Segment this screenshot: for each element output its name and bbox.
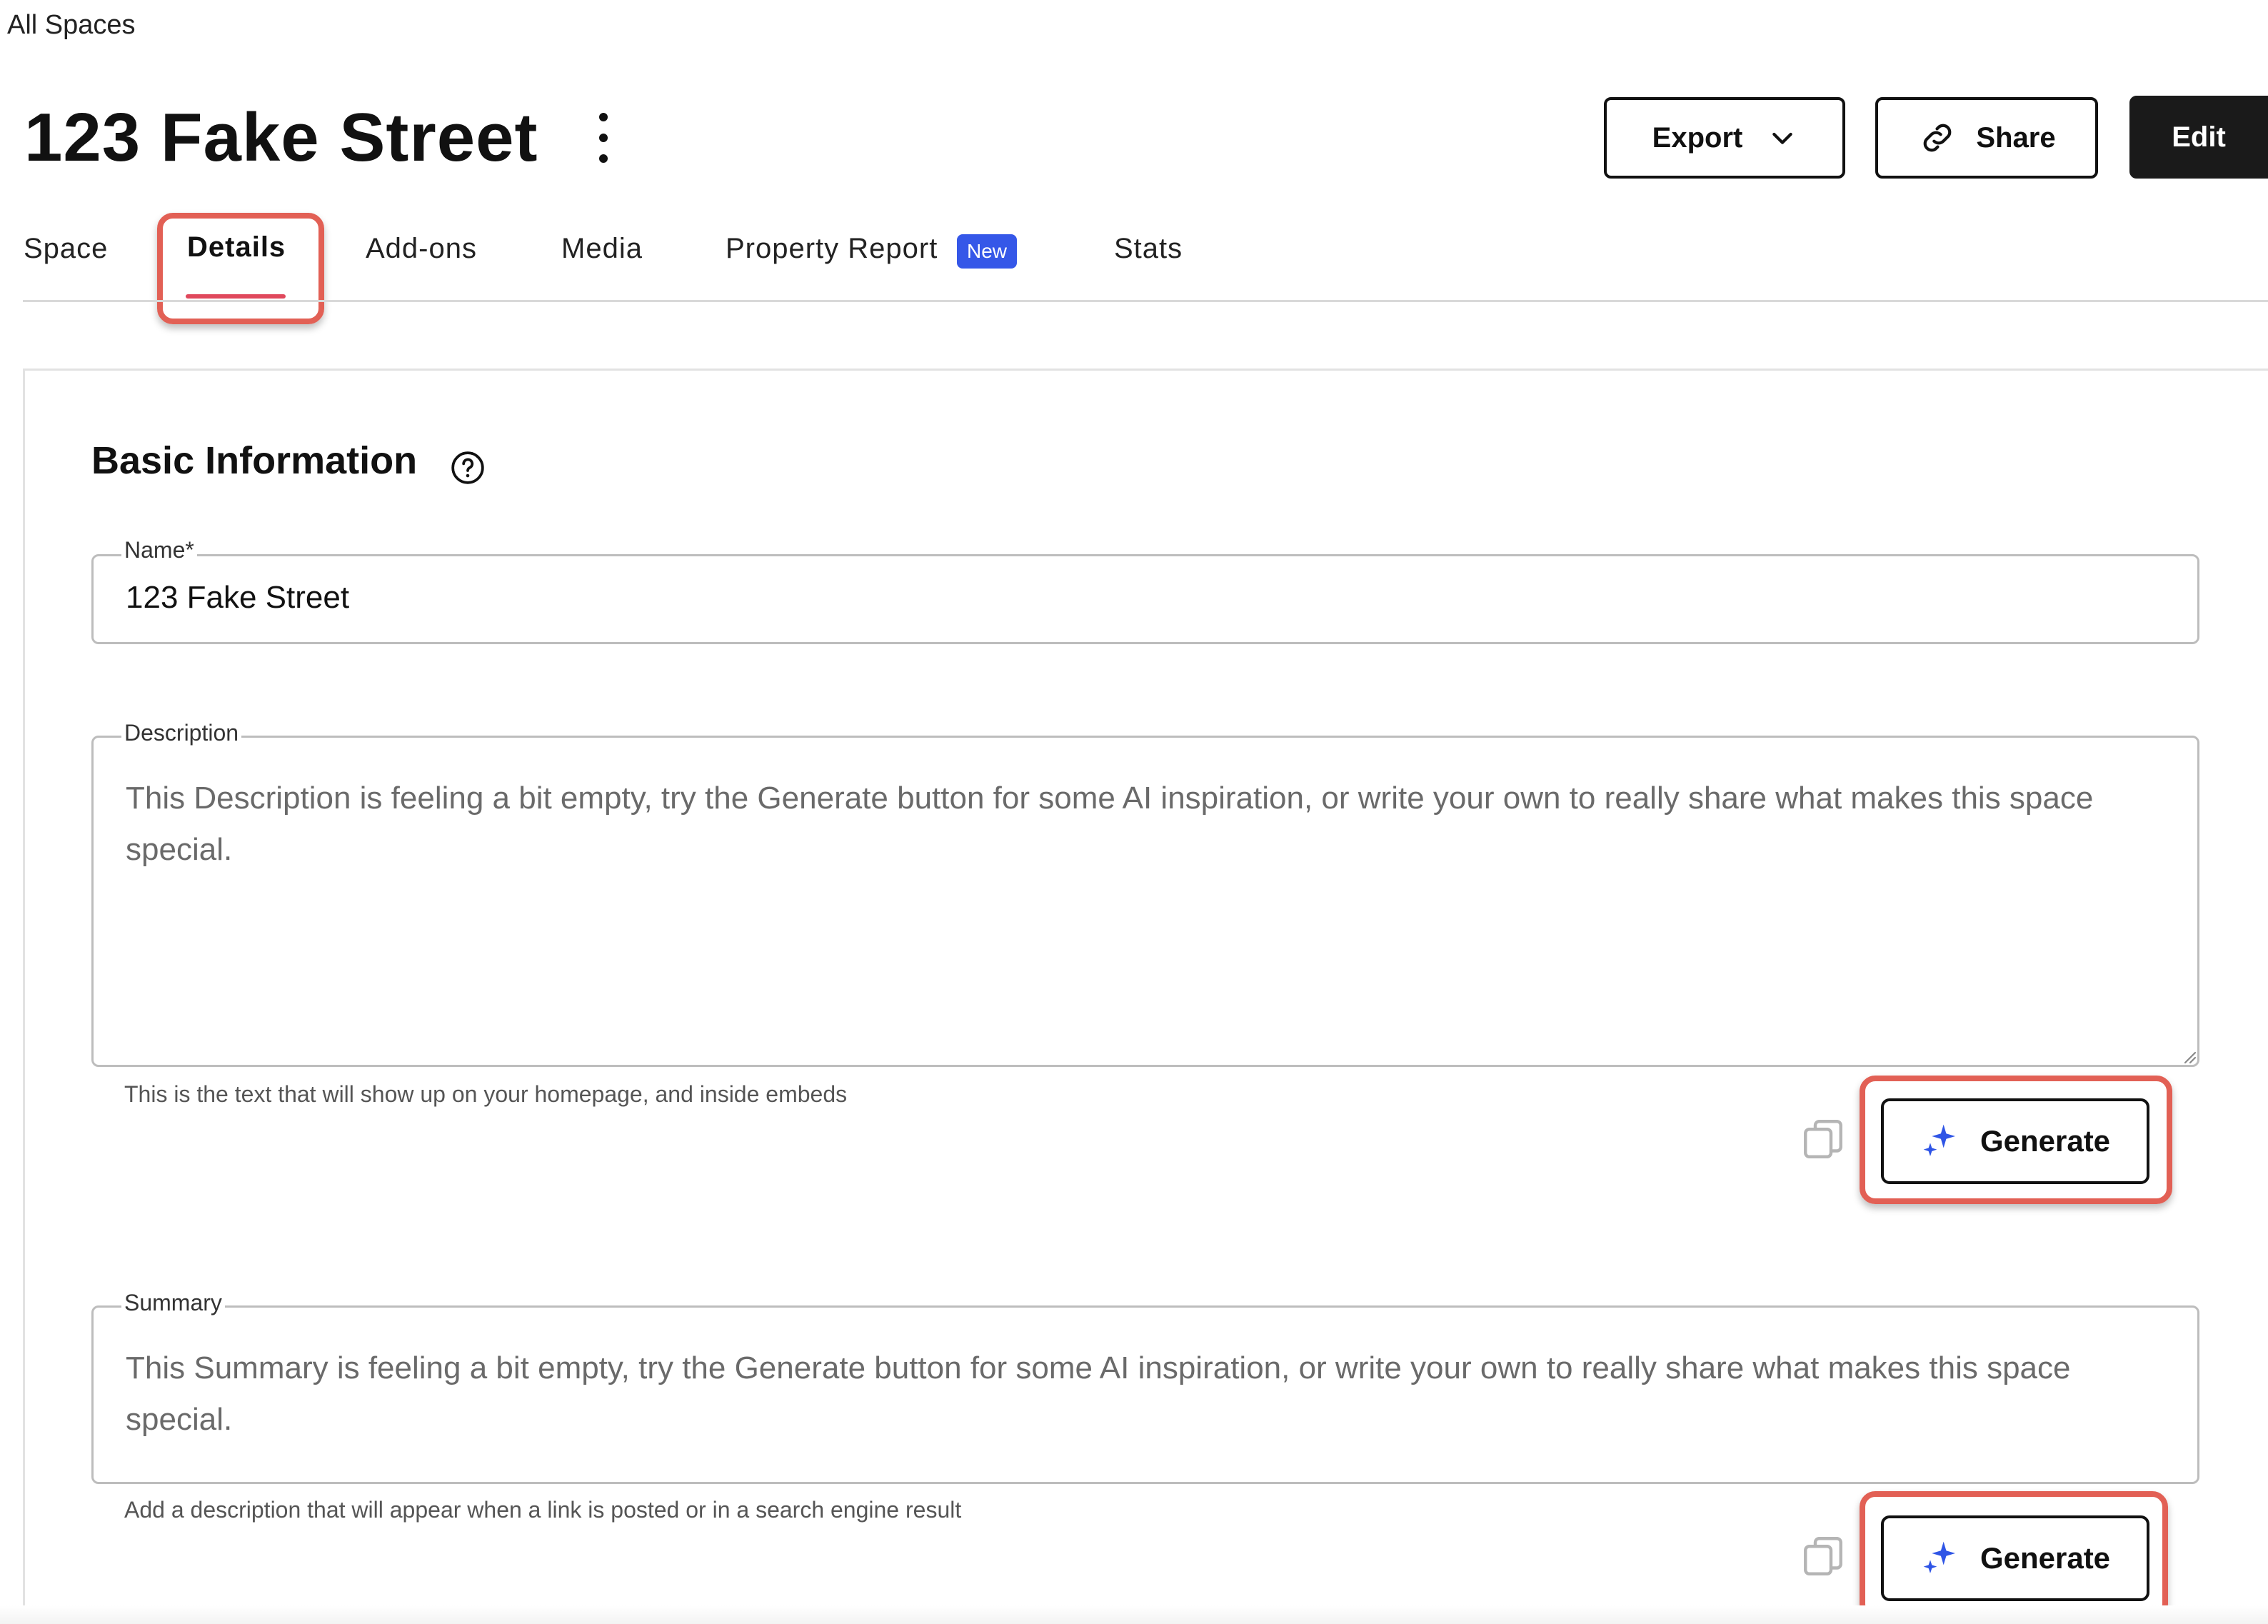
- generate-button-label: Generate: [1980, 1541, 2111, 1575]
- tab-stats[interactable]: Stats: [1114, 233, 1183, 265]
- copy-icon[interactable]: [1800, 1116, 1847, 1163]
- tab-add-ons[interactable]: Add-ons: [366, 233, 477, 265]
- share-button-label: Share: [1976, 121, 2056, 154]
- summary-hint: Add a description that will appear when …: [124, 1497, 962, 1523]
- copy-icon[interactable]: [1800, 1533, 1847, 1580]
- summary-field-label: Summary: [121, 1290, 225, 1316]
- description-hint: This is the text that will show up on yo…: [124, 1081, 848, 1107]
- export-button-label: Export: [1652, 121, 1743, 154]
- new-badge: New: [957, 234, 1017, 269]
- name-field[interactable]: [91, 554, 2199, 644]
- export-button[interactable]: Export: [1604, 97, 1845, 179]
- page-title: 123 Fake Street: [24, 99, 538, 176]
- name-field-value[interactable]: 123 Fake Street: [126, 580, 349, 616]
- share-button[interactable]: Share: [1875, 97, 2098, 179]
- name-field-label: Name*: [121, 537, 197, 563]
- generate-button-label: Generate: [1980, 1124, 2111, 1158]
- breadcrumb-all-spaces[interactable]: All Spaces: [7, 10, 136, 41]
- description-field-label: Description: [121, 720, 242, 746]
- section-title: Basic Information: [91, 439, 418, 482]
- annotation-highlight-details-tab: [157, 213, 324, 324]
- sparkle-icon: [1923, 1124, 1955, 1156]
- help-circle-icon[interactable]: [450, 450, 486, 486]
- tab-property-report[interactable]: Property Report: [726, 233, 938, 265]
- generate-summary-button[interactable]: Generate: [1881, 1515, 2149, 1601]
- edit-button[interactable]: Edit: [2129, 96, 2268, 179]
- sparkle-icon: [1923, 1541, 1955, 1573]
- summary-placeholder[interactable]: This Summary is feeling a bit empty, try…: [126, 1343, 2161, 1445]
- tabs-divider: [23, 300, 2268, 302]
- chevron-down-icon: [1772, 132, 1793, 144]
- description-placeholder[interactable]: This Description is feeling a bit empty,…: [126, 773, 2161, 876]
- tab-space[interactable]: Space: [24, 233, 108, 265]
- bottom-edge: [0, 1605, 2268, 1624]
- more-vertical-icon[interactable]: [587, 113, 620, 163]
- generate-description-button[interactable]: Generate: [1881, 1098, 2149, 1184]
- link-icon: [1924, 124, 1952, 152]
- resize-handle-icon[interactable]: [2179, 1047, 2197, 1064]
- edit-button-label: Edit: [2172, 121, 2226, 153]
- tab-media[interactable]: Media: [561, 233, 643, 265]
